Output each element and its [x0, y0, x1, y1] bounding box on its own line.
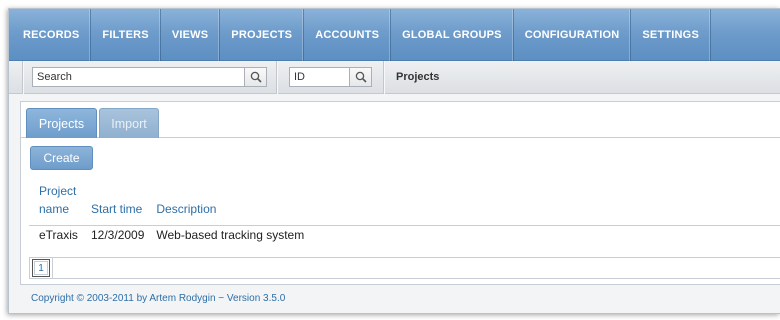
nav-records[interactable]: RECORDS [9, 9, 92, 61]
cell-description: Web-based tracking system [156, 228, 305, 242]
toolbar: Projects [9, 61, 780, 94]
tab-import[interactable]: Import [99, 108, 159, 138]
search-icon [250, 71, 262, 83]
toolbar-divider [383, 61, 384, 94]
toolbar-divider [22, 61, 23, 94]
page-number-current[interactable]: 1 [32, 259, 50, 277]
breadcrumb: Projects [396, 71, 440, 83]
column-header-description[interactable]: Description [150, 182, 310, 222]
column-header-project-name[interactable]: Project name [33, 182, 85, 222]
column-header-start-time[interactable]: Start time [85, 182, 150, 222]
toolbar-divider [276, 61, 277, 94]
id-input[interactable] [290, 68, 346, 86]
id-field [289, 67, 372, 87]
pagination: 1 [29, 257, 780, 279]
nav-projects[interactable]: PROJECTS [220, 9, 305, 61]
search-button[interactable] [244, 68, 266, 86]
footer-copyright: Copyright © 2003-2011 by Artem Rodygin −… [31, 293, 286, 304]
search-field [32, 67, 267, 87]
cell-start-time: 12/3/2009 [91, 228, 145, 242]
tab-bar: Projects Import [21, 102, 780, 138]
tab-projects[interactable]: Projects [26, 108, 97, 138]
nav-configuration[interactable]: CONFIGURATION [514, 9, 632, 61]
table-header-row: Project name Start time Description [33, 182, 310, 222]
table-divider [29, 225, 780, 226]
top-navigation: RECORDS FILTERS VIEWS PROJECTS ACCOUNTS … [9, 9, 780, 61]
create-button[interactable]: Create [30, 146, 93, 170]
cell-project-name[interactable]: eTraxis [33, 222, 85, 249]
nav-accounts[interactable]: ACCOUNTS [304, 9, 392, 61]
nav-views[interactable]: VIEWS [161, 9, 221, 61]
projects-table: Project name Start time Description eTra… [33, 182, 310, 249]
nav-global-groups[interactable]: GLOBAL GROUPS [391, 9, 514, 61]
search-input[interactable] [33, 68, 179, 86]
id-search-button[interactable] [349, 68, 371, 86]
table-row[interactable]: eTraxis 12/3/2009 Web-based tracking sys… [33, 222, 310, 249]
app-window: RECORDS FILTERS VIEWS PROJECTS ACCOUNTS … [8, 8, 780, 314]
nav-filters[interactable]: FILTERS [91, 9, 161, 61]
main-panel: Projects Import Create Project name Star… [20, 101, 780, 285]
nav-settings[interactable]: SETTINGS [631, 9, 711, 61]
search-icon [355, 71, 367, 83]
pagination-divider [52, 258, 53, 278]
